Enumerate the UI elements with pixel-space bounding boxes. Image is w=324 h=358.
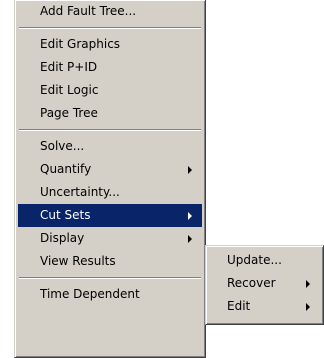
menu-item-label: Display [40, 231, 85, 245]
menu-item-label: Solve... [40, 139, 85, 153]
menu-item-label: Add Fault Tree... [40, 4, 137, 18]
menu-item-time-dependent[interactable]: Time Dependent [18, 283, 202, 306]
menu-item-display[interactable]: Display [18, 227, 202, 250]
submenu-arrow-icon [306, 280, 310, 288]
submenu-arrow-icon [188, 212, 192, 220]
menu-item-page-tree[interactable]: Page Tree [18, 102, 202, 125]
menu-separator [19, 277, 201, 279]
submenu-item-recover[interactable]: Recover [209, 272, 320, 295]
menu-item-add-fault-tree[interactable]: Add Fault Tree... [18, 0, 202, 23]
menu-item-label: Edit P+ID [40, 60, 98, 74]
menu-item-uncertainty[interactable]: Uncertainty... [18, 181, 202, 204]
menu-separator [19, 27, 201, 29]
menu-item-label: View Results [40, 254, 116, 268]
submenu-item-edit[interactable]: Edit [209, 295, 320, 318]
menu-item-label: Cut Sets [40, 208, 91, 222]
submenu-item-update[interactable]: Update... [209, 249, 320, 272]
menu-item-label: Page Tree [40, 106, 98, 120]
menu-item-cut-sets[interactable]: Cut Sets [18, 204, 202, 227]
menu-item-label: Edit [227, 299, 251, 313]
menu-separator [19, 129, 201, 131]
menu-item-label: Quantify [40, 162, 92, 176]
menu-item-solve[interactable]: Solve... [18, 135, 202, 158]
submenu-arrow-icon [188, 166, 192, 174]
menu-item-view-results[interactable]: View Results [18, 250, 202, 273]
menu-item-edit-graphics[interactable]: Edit Graphics [18, 33, 202, 56]
submenu-arrow-icon [188, 235, 192, 243]
menu-item-edit-logic[interactable]: Edit Logic [18, 79, 202, 102]
menu-item-label: Update... [227, 253, 282, 267]
menu-item-label: Recover [227, 276, 276, 290]
menu-item-label: Edit Logic [40, 83, 99, 97]
menu-item-quantify[interactable]: Quantify [18, 158, 202, 181]
submenu-arrow-icon [306, 303, 310, 311]
cut-sets-submenu: Update... Recover Edit [205, 245, 324, 325]
menu-item-label: Uncertainty... [40, 185, 120, 199]
menu-item-edit-pid[interactable]: Edit P+ID [18, 56, 202, 79]
context-menu: Add Fault Tree... Edit Graphics Edit P+I… [14, 0, 206, 358]
menu-item-label: Time Dependent [40, 287, 140, 301]
menu-item-label: Edit Graphics [40, 37, 121, 51]
